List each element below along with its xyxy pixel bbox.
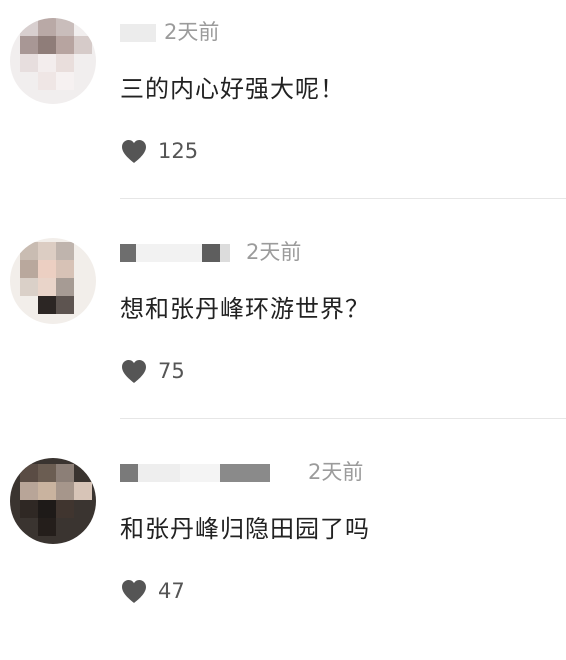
like-count: 125 (158, 139, 199, 163)
like-button[interactable]: 47 (120, 574, 185, 608)
heart-icon (122, 360, 146, 383)
username[interactable] (120, 244, 230, 262)
heart-icon (122, 580, 146, 603)
comment-header: 2天前 (120, 16, 540, 48)
avatar[interactable] (10, 18, 96, 104)
like-count: 75 (158, 359, 185, 383)
comment-item: 2天前 和张丹峰归隐田园了吗 47 (0, 440, 566, 660)
like-button[interactable]: 75 (120, 354, 185, 388)
comment-item: 2天前 想和张丹峰环游世界？ 75 (0, 220, 566, 440)
comment-item: 2天前 三的内心好强大呢！ 125 (0, 0, 566, 220)
heart-icon (122, 140, 146, 163)
comment-time: 2天前 (308, 460, 364, 484)
comment-text: 和张丹峰归隐田园了吗 (120, 515, 370, 543)
like-count: 47 (158, 579, 185, 603)
comment-text: 想和张丹峰环游世界？ (120, 295, 370, 323)
divider (120, 198, 566, 199)
username[interactable] (120, 464, 270, 482)
comment-header: 2天前 (120, 236, 540, 268)
username[interactable] (120, 24, 156, 42)
comment-time: 2天前 (164, 20, 220, 44)
divider (120, 418, 566, 419)
avatar[interactable] (10, 458, 96, 544)
comment-header: 2天前 (120, 456, 540, 488)
comment-time: 2天前 (246, 240, 302, 264)
like-button[interactable]: 125 (120, 134, 198, 168)
avatar[interactable] (10, 238, 96, 324)
comment-text: 三的内心好强大呢！ (120, 75, 345, 103)
